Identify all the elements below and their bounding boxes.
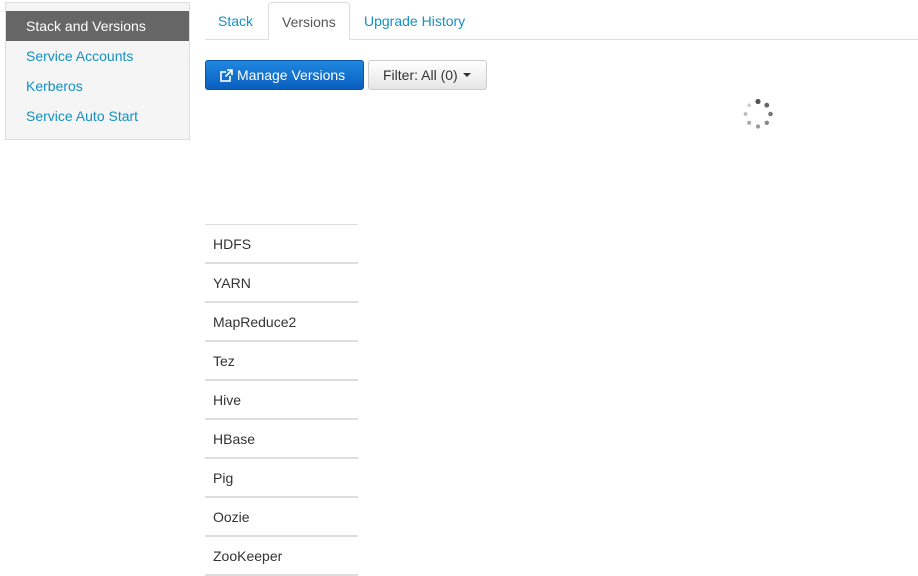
sidebar-item-service-accounts[interactable]: Service Accounts [6, 41, 189, 71]
service-row-yarn: YARN [205, 264, 358, 303]
tab-stack[interactable]: Stack [205, 2, 266, 40]
tab-versions[interactable]: Versions [268, 2, 350, 40]
caret-down-icon [462, 73, 471, 77]
tab-upgrade-history[interactable]: Upgrade History [351, 2, 478, 40]
services-list: HDFS YARN MapReduce2 Tez Hive HBase Pig … [205, 224, 358, 576]
manage-versions-label: Manage Versions [237, 67, 346, 83]
sidebar-item-stack-and-versions[interactable]: Stack and Versions [6, 11, 189, 41]
service-row-pig: Pig [205, 459, 358, 498]
service-row-hdfs: HDFS [205, 225, 358, 264]
service-row-tez: Tez [205, 342, 358, 381]
sidebar-item-kerberos[interactable]: Kerberos [6, 71, 189, 101]
service-row-mapreduce2: MapReduce2 [205, 303, 358, 342]
service-row-zookeeper: ZooKeeper [205, 537, 358, 576]
service-row-hive: Hive [205, 381, 358, 420]
tab-bar: Stack Versions Upgrade History [205, 2, 918, 40]
filter-dropdown-button[interactable]: Filter: All (0) [368, 60, 487, 90]
sidebar-item-service-auto-start[interactable]: Service Auto Start [6, 101, 189, 131]
spinner-icon [741, 97, 775, 131]
service-row-hbase: HBase [205, 420, 358, 459]
external-link-icon [220, 63, 233, 91]
sidebar: Stack and Versions Service Accounts Kerb… [5, 2, 190, 140]
manage-versions-button[interactable]: Manage Versions [205, 60, 364, 90]
filter-label: Filter: All (0) [383, 67, 458, 83]
service-row-oozie: Oozie [205, 498, 358, 537]
